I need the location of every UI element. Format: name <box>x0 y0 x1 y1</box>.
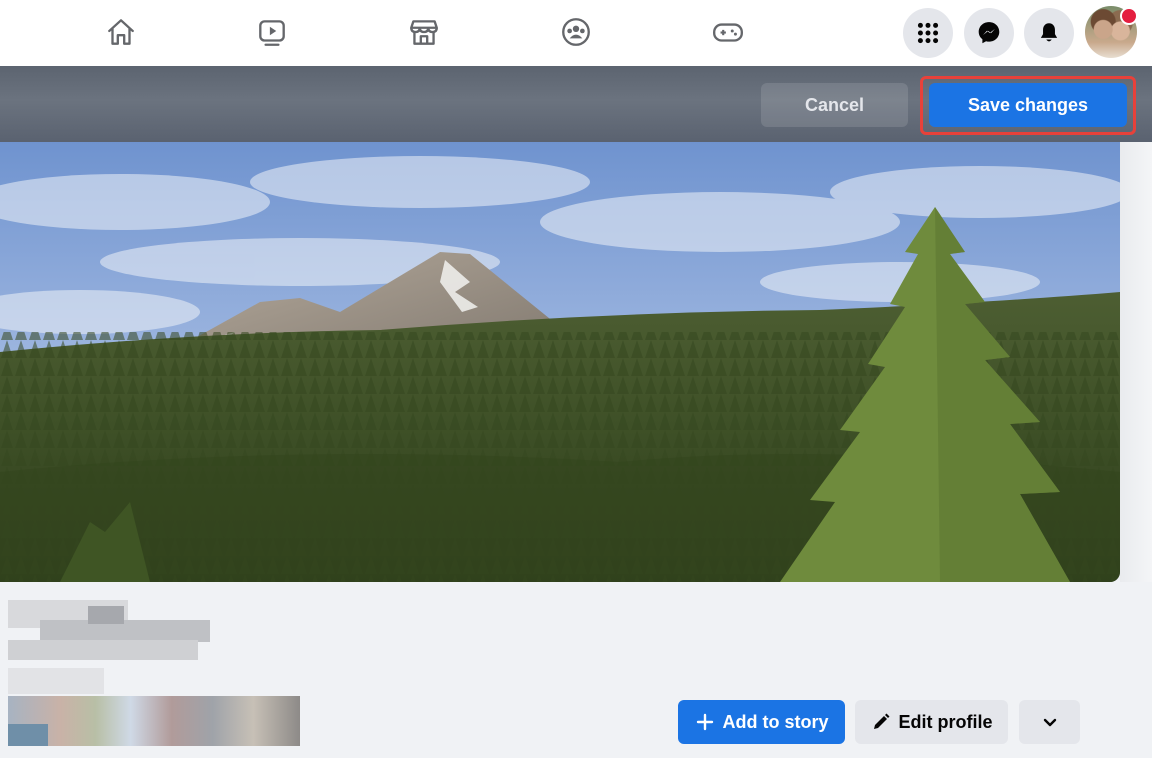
marketplace-icon <box>410 20 438 45</box>
nav-tab-gaming[interactable] <box>704 10 752 54</box>
plus-icon <box>696 713 713 731</box>
top-navigation-bar <box>0 0 1152 66</box>
chevron-down-icon <box>1043 718 1056 727</box>
pencil-icon <box>873 713 889 729</box>
home-icon <box>108 19 134 45</box>
edit-profile-button[interactable]: Edit profile <box>855 700 1008 744</box>
notification-dot <box>1120 7 1138 25</box>
bell-icon <box>1040 23 1058 42</box>
watch-icon <box>259 20 285 46</box>
groups-icon <box>562 18 590 46</box>
nav-tab-home[interactable] <box>97 10 145 54</box>
page-gutter <box>1120 142 1152 582</box>
add-to-story-label: Add to story <box>722 711 829 732</box>
notifications-button[interactable] <box>1024 8 1074 58</box>
nav-tab-watch[interactable] <box>248 10 296 54</box>
messenger-button[interactable] <box>964 8 1014 58</box>
gaming-icon <box>713 23 743 42</box>
menu-grid-icon <box>917 22 939 44</box>
cover-photo-image <box>0 142 1120 582</box>
save-changes-button[interactable]: Save changes <box>929 83 1127 127</box>
cover-photo[interactable] <box>0 142 1120 582</box>
messenger-icon <box>978 22 1000 44</box>
add-to-story-button[interactable]: Add to story <box>678 700 845 744</box>
nav-tab-marketplace[interactable] <box>400 10 448 54</box>
nav-tab-groups[interactable] <box>552 10 600 54</box>
cancel-button[interactable]: Cancel <box>761 83 908 127</box>
edit-profile-label: Edit profile <box>898 711 993 732</box>
more-options-button[interactable] <box>1019 700 1080 744</box>
menu-button[interactable] <box>903 8 953 58</box>
